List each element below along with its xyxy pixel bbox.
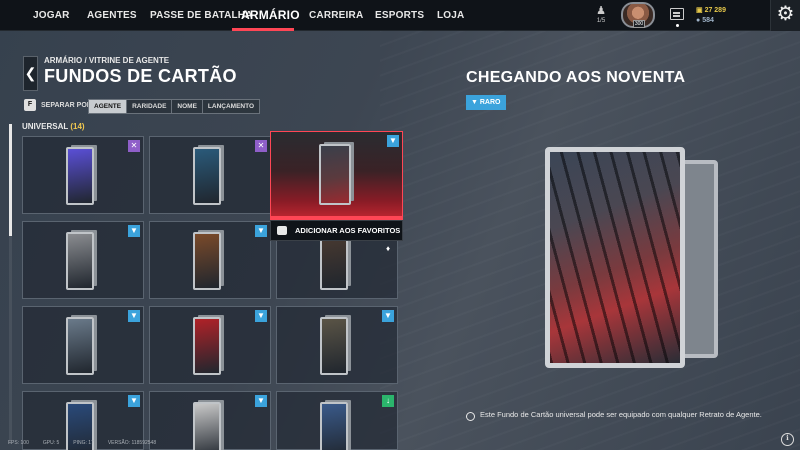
sort-lancamento[interactable]: LANÇAMENTO bbox=[202, 100, 260, 113]
party-icon: ♟ bbox=[596, 5, 606, 17]
detail-title: CHEGANDO AOS NOVENTA bbox=[466, 69, 686, 86]
card-thumbnail bbox=[193, 402, 221, 450]
rarity-icon: ▼ bbox=[255, 310, 267, 322]
rarity-badge: ▼ RARO bbox=[466, 95, 506, 110]
hovered-card[interactable]: ▼ bbox=[270, 131, 403, 220]
gear-icon[interactable]: ⚙ bbox=[770, 0, 800, 31]
info-icon bbox=[466, 412, 475, 421]
notification-dot bbox=[676, 24, 679, 27]
back-button[interactable]: ❮ bbox=[23, 56, 38, 91]
section-name: UNIVERSAL bbox=[22, 122, 69, 131]
top-nav: JOGAR AGENTES PASSE DE BATALHA ARMÁRIO C… bbox=[0, 0, 800, 31]
friends-button[interactable]: ♟ 1/5 bbox=[592, 4, 610, 28]
nav-jogar[interactable]: JOGAR bbox=[33, 0, 70, 31]
nav-carreira[interactable]: CARREIRA bbox=[309, 0, 363, 31]
card-tile[interactable]: ✕ bbox=[22, 136, 144, 214]
card-tile[interactable]: ▼ bbox=[149, 306, 271, 384]
sort-label: SEPARAR POR bbox=[41, 102, 92, 109]
card-thumbnail bbox=[66, 317, 94, 375]
exclusive-icon: ✕ bbox=[255, 140, 267, 152]
rarity-icon: ▼ bbox=[128, 395, 140, 407]
help-button[interactable]: ℹ bbox=[781, 433, 794, 446]
store-icon[interactable] bbox=[670, 8, 684, 20]
card-thumbnail bbox=[66, 147, 94, 205]
section-count: (14) bbox=[70, 122, 85, 131]
gpu-stat: GPU: 5 bbox=[42, 440, 60, 446]
section-label: UNIVERSAL (14) bbox=[22, 122, 85, 131]
friends-count: 1/5 bbox=[596, 18, 606, 24]
card-tile[interactable]: ▼ bbox=[22, 306, 144, 384]
vp-value: 584 bbox=[702, 17, 714, 24]
card-tile[interactable]: ▼ bbox=[149, 391, 271, 450]
card-tile[interactable]: ▼ bbox=[149, 221, 271, 299]
download-icon: ↓ bbox=[382, 395, 394, 407]
rarity-icon: ▼ bbox=[128, 225, 140, 237]
rarity-icon: ▼ bbox=[128, 310, 140, 322]
preview-card bbox=[545, 147, 685, 368]
radianite-points: ▣ 27 289 bbox=[696, 6, 726, 14]
breadcrumb[interactable]: ARMÁRIO / VITRINE DE AGENTE bbox=[44, 56, 169, 65]
valorant-points: ● 584 bbox=[696, 17, 714, 24]
nav-passe-de-batalha[interactable]: PASSE DE BATALHA bbox=[150, 0, 253, 31]
radianite-icon: ▣ bbox=[696, 7, 705, 14]
sort-nome[interactable]: NOME bbox=[172, 100, 203, 113]
exclusive-icon: ✕ bbox=[128, 140, 140, 152]
footer-stats: FPS: 100 GPU: 5 PING: 17 VERSÃO: 1185925… bbox=[8, 440, 156, 446]
nav-armario[interactable]: ARMÁRIO bbox=[241, 0, 300, 31]
rarity-icon: ▼ bbox=[255, 395, 267, 407]
card-thumbnail bbox=[193, 232, 221, 290]
fps-stat: FPS: 100 bbox=[8, 440, 29, 446]
rarity-label: RARO bbox=[479, 99, 501, 106]
rarity-icon: ▼ bbox=[387, 135, 399, 147]
hover-accent bbox=[271, 216, 402, 219]
key-icon bbox=[277, 226, 287, 235]
add-favorite-label: ADICIONAR AOS FAVORITOS bbox=[295, 226, 401, 235]
nav-esports[interactable]: ESPORTS bbox=[375, 0, 424, 31]
version-stat: VERSÃO: 118592548 bbox=[107, 440, 157, 446]
avatar-level: 300 bbox=[633, 20, 645, 28]
card-thumbnail bbox=[193, 147, 221, 205]
scrollbar-thumb[interactable] bbox=[9, 124, 12, 236]
rarity-icon: ▼ bbox=[255, 225, 267, 237]
sort-agente[interactable]: AGENTE bbox=[89, 100, 128, 113]
card-thumbnail bbox=[193, 317, 221, 375]
sort-key-hint: F bbox=[24, 99, 36, 111]
card-thumbnail bbox=[319, 144, 351, 205]
card-tile[interactable]: ▼ bbox=[276, 306, 398, 384]
radianite-value: 27 289 bbox=[704, 7, 726, 14]
card-tile[interactable]: ✕ bbox=[149, 136, 271, 214]
rarity-icon: ▼ bbox=[382, 310, 394, 322]
chevron-left-icon: ❮ bbox=[24, 65, 37, 81]
add-favorite-button[interactable]: ADICIONAR AOS FAVORITOS bbox=[270, 220, 403, 241]
nav-loja[interactable]: LOJA bbox=[437, 0, 464, 31]
card-tile[interactable]: ▼ bbox=[22, 221, 144, 299]
ping-stat: PING: 17 bbox=[73, 440, 94, 446]
sort-options: AGENTE RARIDADE NOME LANÇAMENTO bbox=[88, 99, 261, 114]
page-title: FUNDOS DE CARTÃO bbox=[44, 66, 237, 86]
card-thumbnail bbox=[320, 402, 348, 450]
agent-icon: ♦ bbox=[385, 244, 391, 253]
card-thumbnail bbox=[320, 317, 348, 375]
sort-raridade[interactable]: RARIDADE bbox=[127, 100, 173, 113]
filter-icon: ▼ bbox=[471, 99, 480, 106]
nav-agentes[interactable]: AGENTES bbox=[87, 0, 137, 31]
card-thumbnail bbox=[66, 232, 94, 290]
active-tab-indicator bbox=[232, 28, 294, 31]
info-text: Este Fundo de Cartão universal pode ser … bbox=[480, 410, 762, 419]
card-tile[interactable]: ↓ bbox=[276, 391, 398, 450]
